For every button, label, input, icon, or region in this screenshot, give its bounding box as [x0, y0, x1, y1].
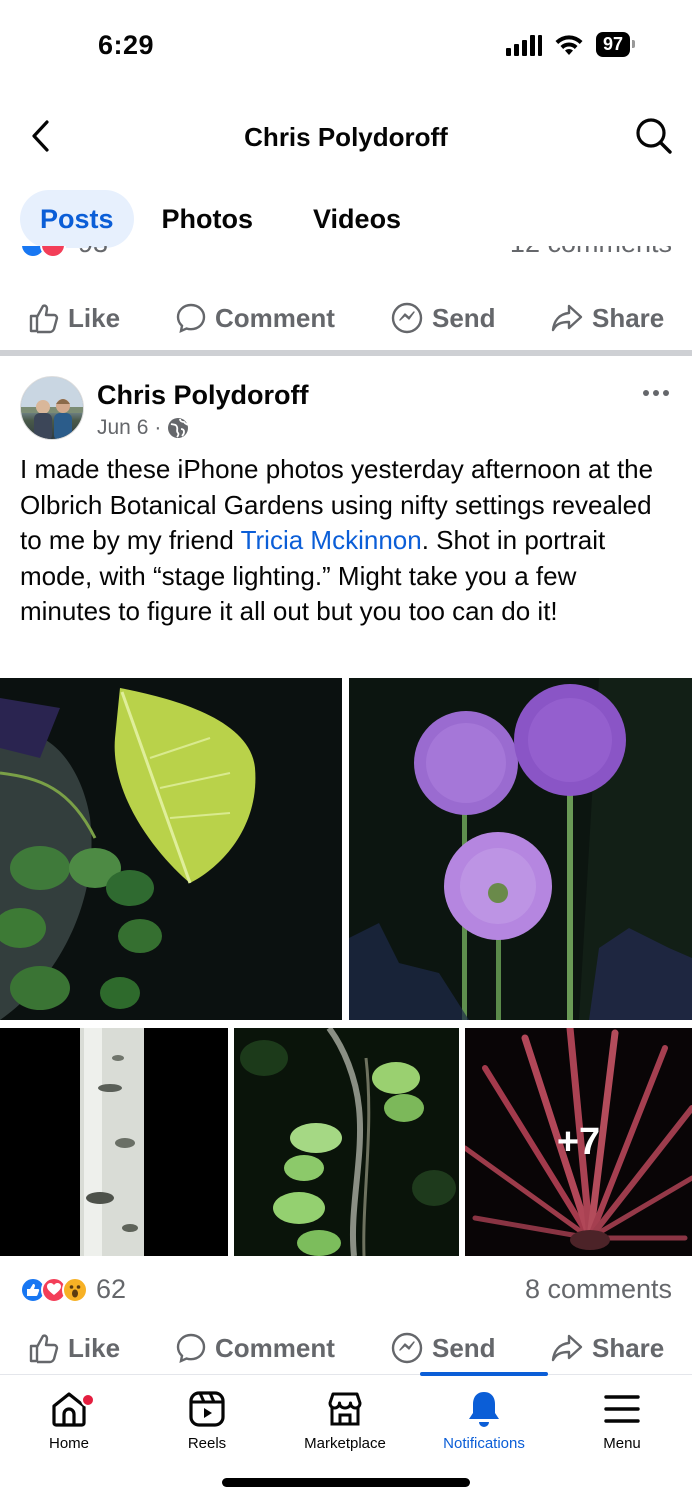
- post-photo-5[interactable]: +7: [465, 1028, 692, 1256]
- prev-comment-button[interactable]: Comment: [175, 302, 335, 334]
- like-label: Like: [68, 1332, 121, 1363]
- messenger-icon: [391, 1332, 423, 1364]
- meta-separator: ·: [154, 416, 162, 439]
- menu-icon: [604, 1395, 640, 1423]
- reaction-count: 62: [96, 1274, 127, 1304]
- post-photo-3[interactable]: [0, 1028, 228, 1256]
- post-date[interactable]: Jun 6: [97, 416, 148, 440]
- nav-notifications[interactable]: Notifications: [424, 1389, 544, 1452]
- nav-marketplace[interactable]: Marketplace: [285, 1389, 405, 1452]
- wifi-icon: [555, 34, 583, 55]
- battery-indicator: 97: [595, 32, 636, 57]
- tab-videos[interactable]: Videos: [293, 190, 421, 248]
- comment-icon: [176, 303, 206, 334]
- messenger-icon: [391, 302, 423, 334]
- comment-button[interactable]: Comment: [175, 1332, 335, 1364]
- mention-link[interactable]: Tricia Mckinnon: [241, 525, 422, 555]
- nav-reels[interactable]: Reels: [147, 1389, 267, 1452]
- nav-menu[interactable]: Menu: [562, 1389, 682, 1452]
- prev-share-button[interactable]: Share: [550, 302, 664, 334]
- profile-tabs: Posts Photos Videos: [20, 190, 421, 248]
- page-header: Chris Polydoroff: [0, 96, 692, 176]
- share-icon: [551, 1334, 583, 1362]
- prev-reaction-count: 93: [78, 246, 108, 259]
- search-button[interactable]: [632, 114, 676, 158]
- share-label: Share: [592, 1332, 665, 1363]
- like-button[interactable]: Like: [28, 1332, 120, 1364]
- allium-photo: [349, 678, 692, 1020]
- page-title: Chris Polydoroff: [244, 122, 448, 152]
- send-label: Send: [432, 1332, 496, 1363]
- prev-send-label: Send: [432, 302, 496, 333]
- post-author[interactable]: Chris Polydoroff: [97, 380, 309, 411]
- status-bar: 6:29 97: [0, 0, 692, 90]
- globe-icon: [168, 418, 190, 438]
- prev-comment-label: Comment: [215, 302, 335, 333]
- post-photo-1[interactable]: [0, 678, 342, 1020]
- active-tab-indicator: [420, 1372, 548, 1376]
- prev-like-button[interactable]: Like: [28, 302, 120, 334]
- notification-dot: [81, 1393, 95, 1407]
- reels-icon: [189, 1391, 225, 1427]
- nav-home[interactable]: Home: [9, 1389, 129, 1452]
- more-photos-count[interactable]: +7: [465, 1028, 692, 1256]
- avatar[interactable]: [20, 376, 84, 440]
- tab-posts[interactable]: Posts: [20, 190, 134, 248]
- post-divider: [0, 350, 692, 356]
- post-actions: Like Comment Send Share: [0, 1318, 692, 1378]
- post-photo-4[interactable]: [234, 1028, 459, 1256]
- post-meta: Jun 6 ·: [97, 416, 190, 440]
- wow-reaction-icon: [62, 1276, 88, 1303]
- reactions-summary[interactable]: 62: [20, 1274, 126, 1305]
- like-icon: [29, 304, 59, 334]
- home-indicator[interactable]: [222, 1478, 470, 1487]
- avatar-photo: [21, 377, 83, 439]
- more-options-button[interactable]: [642, 378, 670, 398]
- vine-photo: [234, 1028, 459, 1256]
- comment-icon: [176, 1333, 206, 1364]
- status-icons: 97: [505, 32, 636, 57]
- search-icon: [636, 118, 672, 154]
- prev-share-label: Share: [592, 302, 665, 333]
- post-text: I made these iPhone photos yesterday aft…: [20, 452, 670, 630]
- comment-label: Comment: [215, 1332, 335, 1363]
- tab-photos[interactable]: Photos: [142, 190, 274, 248]
- prev-like-label: Like: [68, 302, 121, 333]
- prev-reaction-icons: [20, 246, 66, 258]
- nav-menu-label: Menu: [603, 1435, 641, 1452]
- prev-send-button[interactable]: Send: [390, 301, 496, 335]
- nav-marketplace-label: Marketplace: [304, 1435, 386, 1452]
- nav-home-label: Home: [48, 1435, 89, 1452]
- prev-post-actions: Like Comment Send Share: [0, 288, 692, 348]
- status-time: 6:29: [98, 30, 155, 60]
- prev-post-stats: 93 12 comments: [0, 246, 692, 274]
- nav-notifications-label: Notifications: [443, 1435, 525, 1452]
- like-icon: [29, 1334, 59, 1364]
- marketplace-icon: [328, 1392, 362, 1426]
- leaf-photo: [0, 678, 342, 1020]
- ellipsis-icon: [643, 390, 669, 396]
- share-button[interactable]: Share: [550, 1332, 664, 1364]
- post-photo-2[interactable]: [349, 678, 692, 1020]
- bell-icon: [469, 1392, 499, 1427]
- cellular-signal-icon: [505, 34, 542, 56]
- send-button[interactable]: Send: [390, 1331, 496, 1365]
- comments-count[interactable]: 8 comments: [525, 1274, 672, 1305]
- share-icon: [551, 304, 583, 332]
- birch-photo: [0, 1028, 228, 1256]
- nav-reels-label: Reels: [187, 1435, 227, 1452]
- prev-comments-count: 12 comments: [510, 246, 672, 259]
